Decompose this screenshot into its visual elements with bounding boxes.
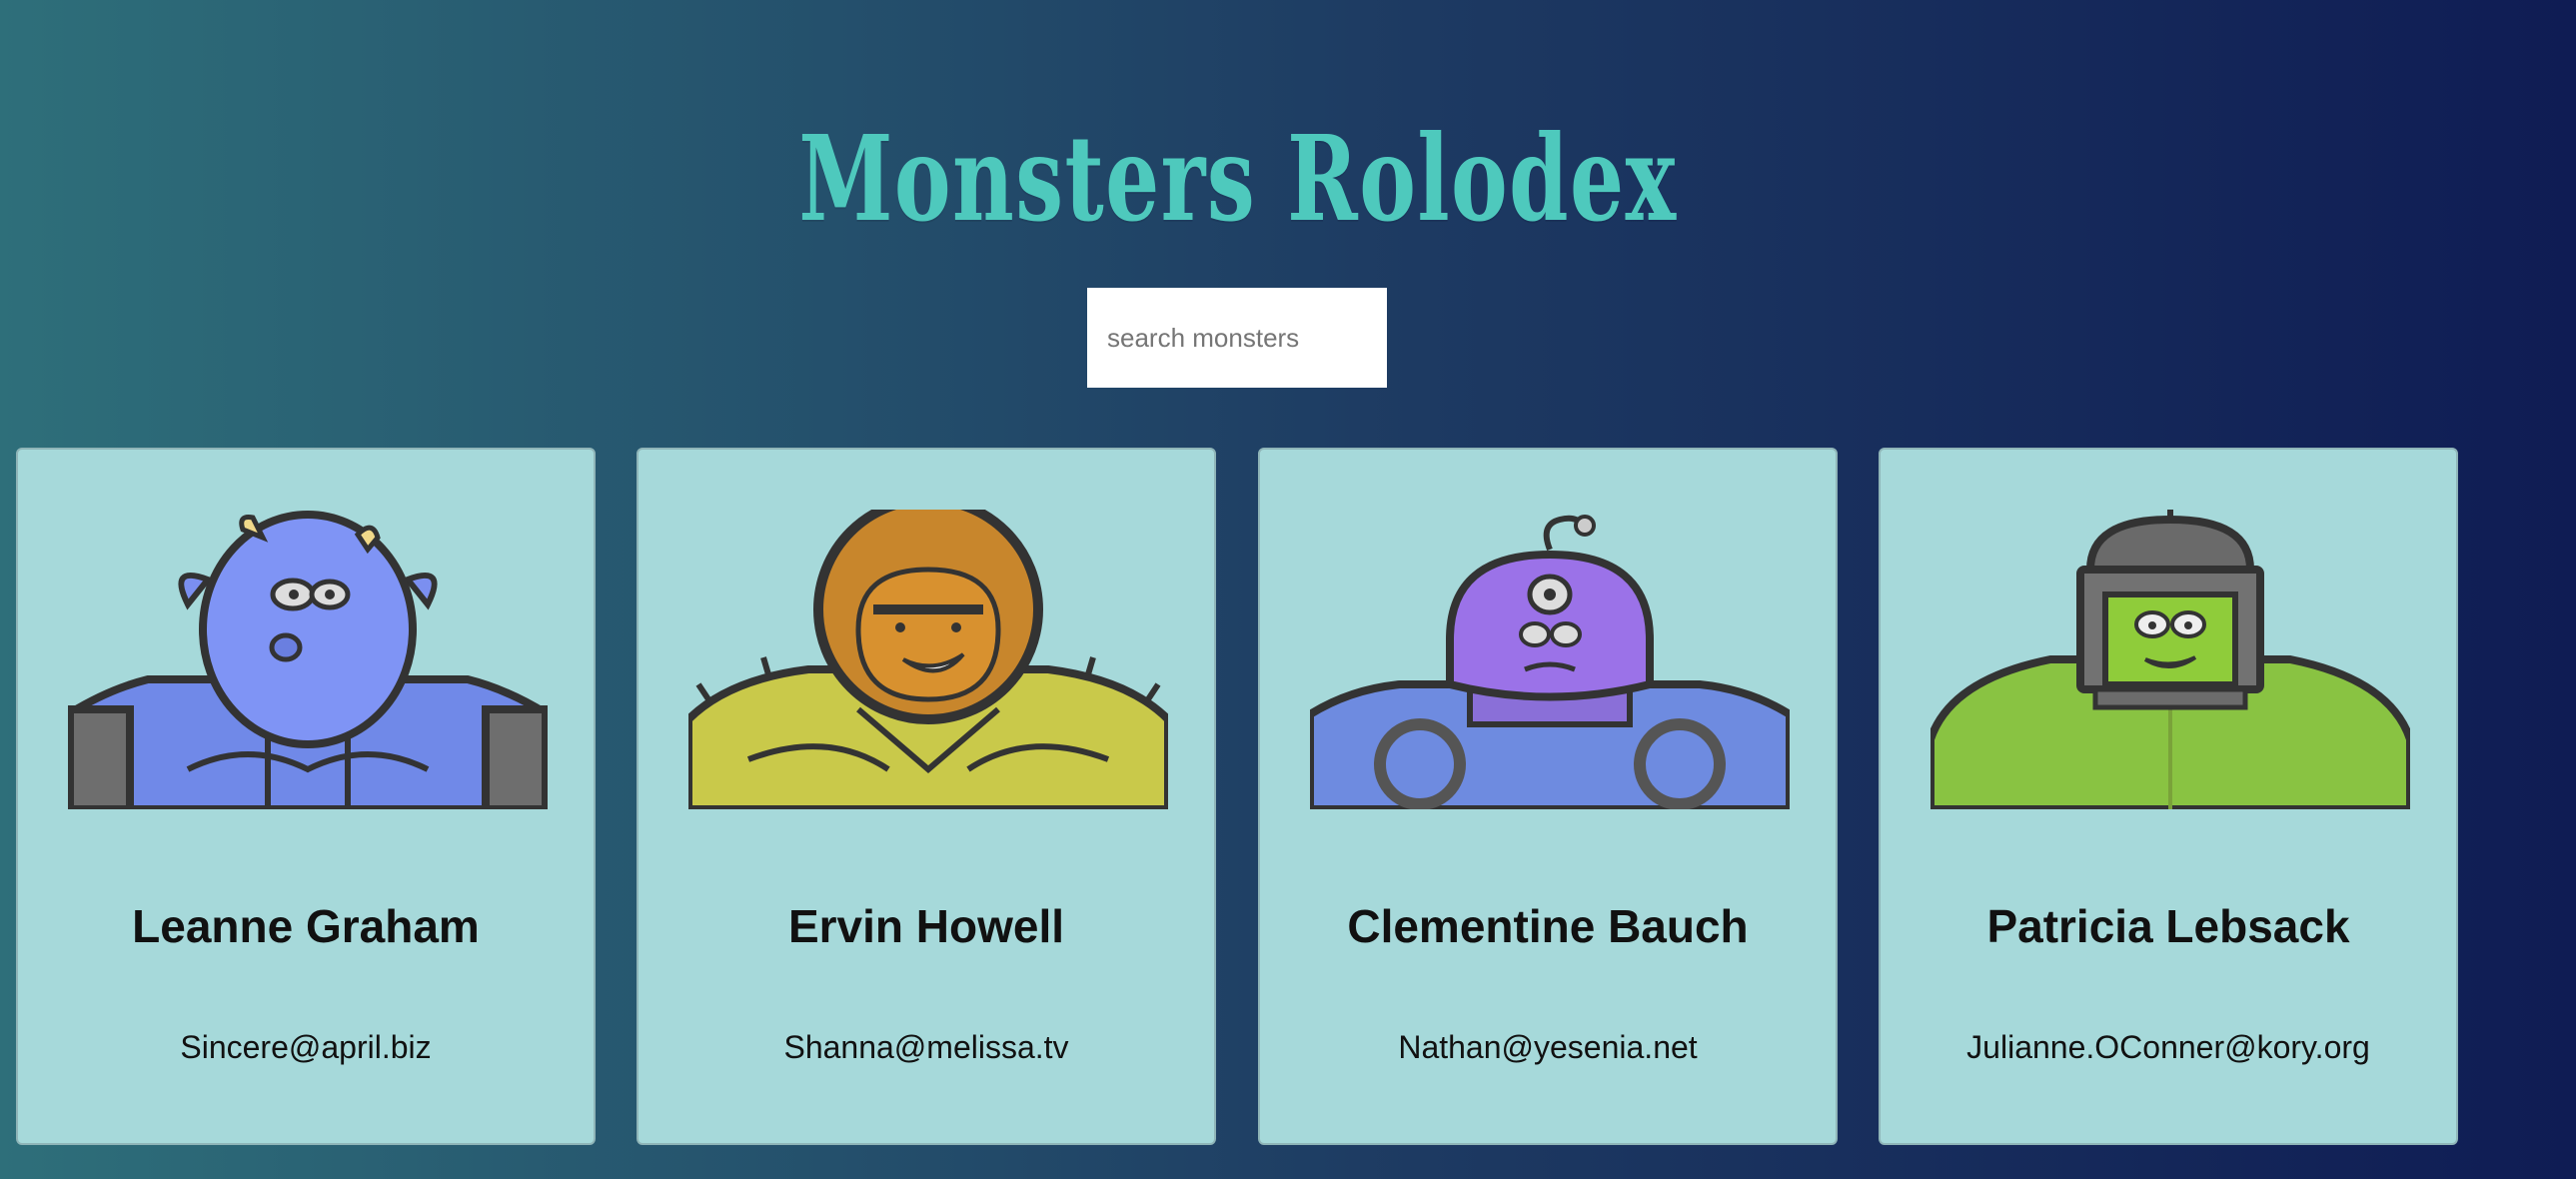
monster-avatar-icon [1931,510,2410,809]
monster-card[interactable]: Ervin Howell Shanna@melissa.tv [637,448,1216,1145]
monster-card[interactable]: Patricia Lebsack Julianne.OConner@kory.o… [1879,448,2458,1145]
monster-name: Ervin Howell [787,900,1065,952]
monster-email: Julianne.OConner@kory.org [1966,1029,2370,1065]
monster-avatar-icon [1310,515,1790,809]
page-title: Monsters Rolodex [798,109,1678,249]
monster-avatar-icon [688,510,1168,809]
monster-name: Patricia Lebsack [1986,900,2350,952]
monster-email: Nathan@yesenia.net [1398,1029,1698,1065]
monster-card[interactable]: Leanne Graham Sincere@april.biz [16,448,596,1145]
monster-email: Shanna@melissa.tv [783,1029,1069,1065]
monster-email: Sincere@april.biz [180,1029,432,1065]
monster-card[interactable]: Clementine Bauch Nathan@yesenia.net [1258,448,1838,1145]
monster-avatar-icon [68,511,548,809]
monster-name: Leanne Graham [132,900,480,952]
monster-name: Clementine Bauch [1347,900,1749,952]
search-input[interactable] [1087,288,1387,388]
